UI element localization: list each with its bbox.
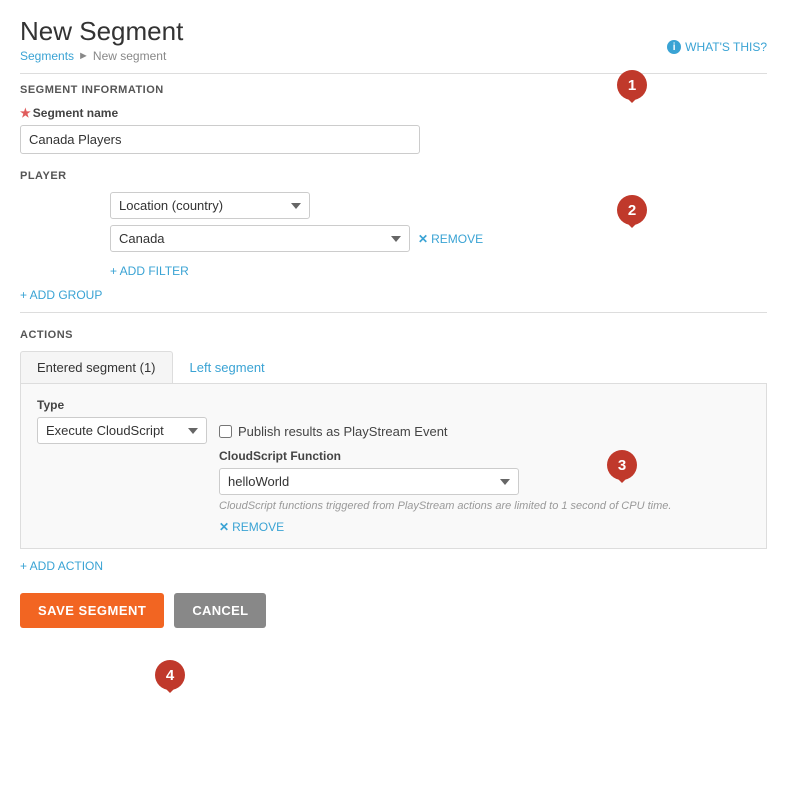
cancel-button[interactable]: CANCEL — [174, 593, 266, 628]
info-icon: i — [667, 40, 681, 54]
tab-left-segment[interactable]: Left segment — [173, 351, 282, 383]
footer-buttons: SAVE SEGMENT CANCEL — [20, 593, 767, 628]
publish-column: Publish results as PlayStream Event Clou… — [219, 418, 671, 534]
add-action-link[interactable]: + ADD ACTION — [20, 559, 103, 573]
header-divider — [20, 73, 767, 74]
tab-entered-segment[interactable]: Entered segment (1) — [20, 351, 173, 383]
remove-x-icon: ✕ — [418, 232, 428, 246]
type-label: Type — [37, 398, 207, 412]
cpu-note: CloudScript functions triggered from Pla… — [219, 500, 671, 512]
page-title: New Segment — [20, 16, 767, 47]
type-column: Type Execute CloudScript Grant item Gran… — [37, 398, 207, 444]
tooltip-4: 4 — [155, 660, 185, 690]
cloudscript-label: CloudScript Function — [219, 449, 671, 463]
location-dropdown[interactable]: Location (country) Location (city) Playe… — [110, 192, 310, 219]
action-remove-x-icon: ✕ — [219, 520, 229, 534]
breadcrumb-current: New segment — [93, 49, 166, 63]
player-title: PLAYER — [20, 170, 767, 182]
add-group-link[interactable]: + ADD GROUP — [20, 288, 102, 302]
breadcrumb: Segments ► New segment — [20, 49, 767, 63]
required-star: ★ — [20, 106, 31, 120]
actions-tabs: Entered segment (1) Left segment — [20, 351, 767, 384]
segment-info-title: SEGMENT INFORMATION — [20, 84, 767, 96]
add-filter-link[interactable]: + ADD FILTER — [110, 264, 189, 278]
actions-section: ACTIONS Entered segment (1) Left segment… — [20, 329, 767, 573]
country-filter-row: Canada United States United Kingdom Aust… — [110, 225, 767, 252]
actions-title: ACTIONS — [20, 329, 767, 341]
publish-checkbox[interactable] — [219, 425, 232, 438]
cloudscript-section: CloudScript Function helloWorld anotherF… — [219, 449, 671, 534]
type-row: Type Execute CloudScript Grant item Gran… — [37, 398, 750, 534]
tooltip-3: 3 — [607, 450, 637, 480]
cloudscript-dropdown[interactable]: helloWorld anotherFunction — [219, 468, 519, 495]
remove-country-link[interactable]: ✕ REMOVE — [418, 232, 483, 246]
location-filter-row: Location (country) Location (city) Playe… — [110, 192, 767, 219]
type-dropdown[interactable]: Execute CloudScript Grant item Grant vir… — [37, 417, 207, 444]
remove-action-link[interactable]: ✕ REMOVE — [219, 520, 671, 534]
publish-label: Publish results as PlayStream Event — [238, 424, 448, 439]
actions-panel: Type Execute CloudScript Grant item Gran… — [20, 384, 767, 549]
whats-this-link[interactable]: i WHAT'S THIS? — [667, 40, 767, 54]
publish-checkbox-row: Publish results as PlayStream Event — [219, 424, 671, 439]
breadcrumb-arrow: ► — [78, 50, 89, 62]
player-section: PLAYER Location (country) Location (city… — [20, 170, 767, 302]
tooltip-2: 2 — [617, 195, 647, 225]
tooltip-1: 1 — [617, 70, 647, 100]
country-dropdown[interactable]: Canada United States United Kingdom Aust… — [110, 225, 410, 252]
breadcrumb-parent[interactable]: Segments — [20, 49, 74, 63]
segment-name-input[interactable] — [20, 125, 420, 154]
segment-information-section: SEGMENT INFORMATION ★ Segment name — [20, 84, 767, 154]
segment-name-label: ★ Segment name — [20, 106, 767, 120]
save-segment-button[interactable]: SAVE SEGMENT — [20, 593, 164, 628]
actions-divider — [20, 312, 767, 313]
